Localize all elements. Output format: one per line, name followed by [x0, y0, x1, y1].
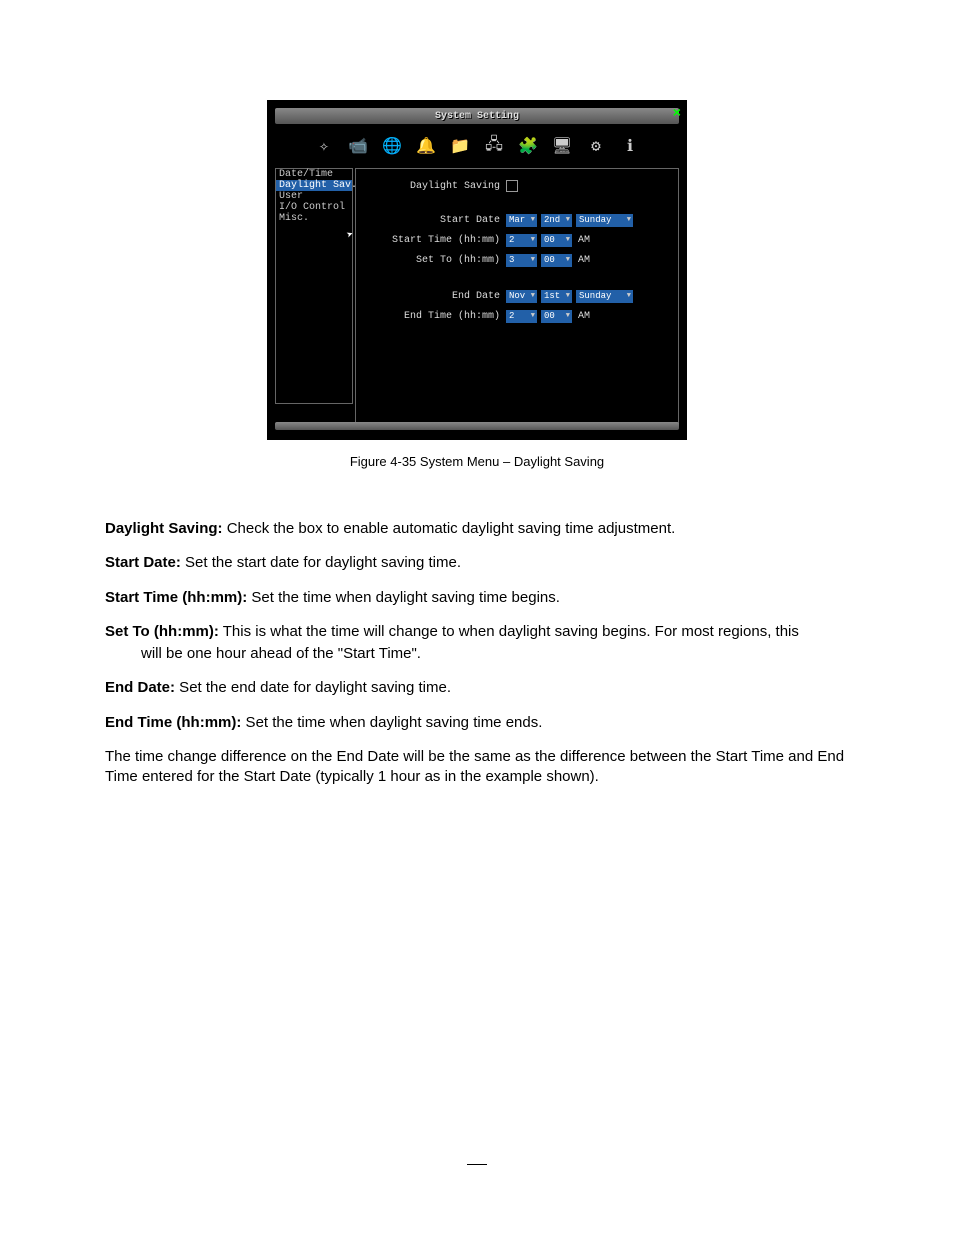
set-to-mm-select[interactable]: 00▼	[541, 254, 572, 267]
end-date-week-select[interactable]: 1st▼	[541, 290, 572, 303]
tool-alarm-icon[interactable]: 🔔	[415, 135, 437, 157]
definitions: Daylight Saving: Check the box to enable…	[105, 519, 849, 787]
system-setting-window: System Setting × ✧ 📹 🌐 🔔 📁 🖧 🧩 🖥 ⚙ ℹ Dat…	[267, 100, 687, 440]
settings-panel: Daylight Saving Start Date Mar▼ 2nd▼ Sun…	[355, 168, 679, 424]
set-to-ampm: AM	[576, 255, 590, 266]
start-time-ampm: AM	[576, 235, 590, 246]
start-date-day-select[interactable]: Sunday▼	[576, 214, 633, 227]
sidebar-item-user[interactable]: User	[276, 191, 352, 202]
def-end-date-text: Set the end date for daylight saving tim…	[175, 679, 451, 696]
start-date-label: Start Date	[364, 215, 506, 226]
tool-puzzle-icon[interactable]: 🧩	[517, 135, 539, 157]
def-end-time-text: Set the time when daylight saving time e…	[241, 714, 542, 731]
tool-info-icon[interactable]: ℹ	[619, 135, 641, 157]
def-end-time-term: End Time (hh:mm):	[105, 714, 241, 731]
end-time-hh-select[interactable]: 2▼	[506, 310, 537, 323]
daylight-saving-checkbox[interactable]	[506, 180, 518, 192]
def-set-to-text: This is what the time will change to whe…	[219, 623, 799, 640]
sidebar: Date/Time Daylight Sav. User I/O Control…	[275, 168, 353, 404]
daylight-saving-label: Daylight Saving	[364, 181, 506, 192]
tool-display-icon[interactable]: 🖥	[551, 135, 573, 157]
set-to-label: Set To (hh:mm)	[364, 255, 506, 266]
titlebar: System Setting ×	[275, 108, 679, 124]
start-time-label: Start Time (hh:mm)	[364, 235, 506, 246]
start-date-month-select[interactable]: Mar▼	[506, 214, 537, 227]
def-start-time-term: Start Time (hh:mm):	[105, 589, 247, 606]
end-date-label: End Date	[364, 291, 506, 302]
page-footer-dash	[467, 1164, 487, 1165]
window-title: System Setting	[435, 111, 519, 122]
start-date-week-select[interactable]: 2nd▼	[541, 214, 572, 227]
tool-gear-icon[interactable]: ⚙	[585, 135, 607, 157]
def-start-date-text: Set the start date for daylight saving t…	[181, 554, 461, 571]
def-end-date-term: End Date:	[105, 679, 175, 696]
start-time-mm-select[interactable]: 00▼	[541, 234, 572, 247]
def-set-to-text-2: will be one hour ahead of the "Start Tim…	[141, 645, 421, 662]
set-to-hh-select[interactable]: 3▼	[506, 254, 537, 267]
sidebar-item-io[interactable]: I/O Control	[276, 202, 352, 213]
def-daylight-saving-text: Check the box to enable automatic daylig…	[223, 520, 676, 537]
tool-lan-icon[interactable]: 🖧	[483, 135, 505, 157]
tool-storage-icon[interactable]: 📁	[449, 135, 471, 157]
tool-camera-icon[interactable]: ✧	[313, 135, 335, 157]
sidebar-item-misc[interactable]: Misc.	[276, 213, 352, 224]
end-date-month-select[interactable]: Nov▼	[506, 290, 537, 303]
figure-caption: Figure 4-35 System Menu – Daylight Savin…	[350, 454, 604, 469]
def-start-date-term: Start Date:	[105, 554, 181, 571]
end-time-label: End Time (hh:mm)	[364, 311, 506, 322]
sidebar-item-datetime[interactable]: Date/Time	[276, 169, 352, 180]
end-date-day-select[interactable]: Sunday▼	[576, 290, 633, 303]
def-set-to-term: Set To (hh:mm):	[105, 623, 219, 640]
def-note: The time change difference on the End Da…	[105, 747, 849, 788]
toolbar: ✧ 📹 🌐 🔔 📁 🖧 🧩 🖥 ⚙ ℹ	[275, 130, 679, 162]
def-start-time-text: Set the time when daylight saving time b…	[247, 589, 560, 606]
start-time-hh-select[interactable]: 2▼	[506, 234, 537, 247]
end-time-mm-select[interactable]: 00▼	[541, 310, 572, 323]
sidebar-item-daylight[interactable]: Daylight Sav.	[276, 180, 352, 191]
close-icon[interactable]: ×	[673, 106, 681, 122]
def-daylight-saving-term: Daylight Saving:	[105, 520, 223, 537]
tool-network-icon[interactable]: 🌐	[381, 135, 403, 157]
tool-record-icon[interactable]: 📹	[347, 135, 369, 157]
end-time-ampm: AM	[576, 311, 590, 322]
footer-bar	[275, 422, 679, 430]
